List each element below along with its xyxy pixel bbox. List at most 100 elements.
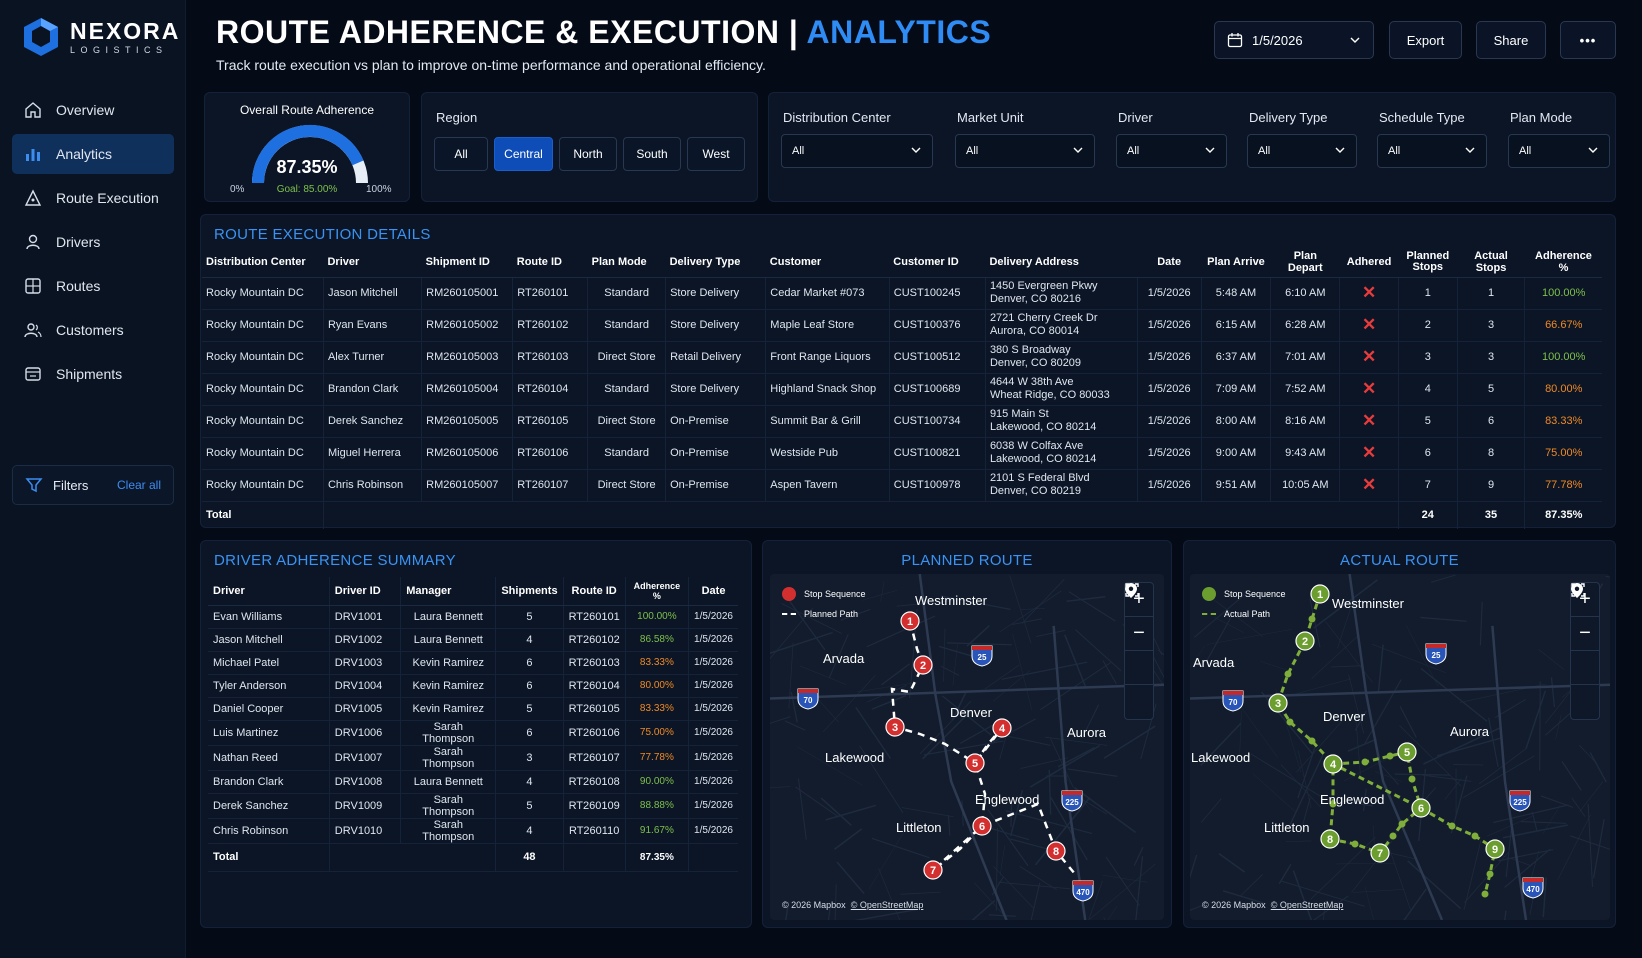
column-header[interactable]: Driver <box>323 247 422 278</box>
column-header[interactable]: Adhered <box>1339 247 1399 278</box>
stop-marker[interactable]: 2 <box>913 655 933 675</box>
filters-panel-toggle[interactable]: Filters Clear all <box>12 465 174 505</box>
column-header[interactable]: Customer <box>765 247 890 278</box>
column-header[interactable]: Date <box>1137 247 1202 278</box>
osm-credit-link[interactable]: © OpenStreetMap <box>851 900 924 910</box>
table-row[interactable]: Rocky Mountain DC Derek Sanchez RM26010500… <box>202 405 1602 438</box>
manager-cell: Sarah Thompson <box>400 745 497 771</box>
table-row[interactable]: Jason Mitchell DRV1002 Laura Bennett 4 RT260… <box>208 628 738 652</box>
stop-marker[interactable]: 5 <box>1397 742 1417 762</box>
table-row[interactable]: Rocky Mountain DC Jason Mitchell RM2601050… <box>202 277 1602 310</box>
table-row[interactable]: Rocky Mountain DC Miguel Herrera RM2601050… <box>202 437 1602 470</box>
plan-mode-select[interactable]: All <box>1508 134 1610 168</box>
table-row[interactable]: Rocky Mountain DC Ryan Evans RM260105002 RT… <box>202 309 1602 342</box>
map-canvas[interactable]: 1 2 3 4 5 6 7 8 25 70 225 470 <box>770 574 1164 920</box>
more-options-button[interactable]: ••• <box>1560 21 1616 59</box>
planned-route-map[interactable]: 1 2 3 4 5 6 7 8 25 70 225 470 Westminster Arvada Denve… <box>770 574 1164 920</box>
stop-marker[interactable]: 1 <box>900 611 920 631</box>
table-row[interactable]: Rocky Mountain DC Brandon Clark RM26010500… <box>202 373 1602 406</box>
route-waypoint <box>1408 775 1416 783</box>
region-all-button[interactable]: All <box>434 137 488 171</box>
zoom-out-button[interactable]: − <box>1571 617 1599 651</box>
column-header[interactable]: Customer ID <box>889 247 986 278</box>
column-header[interactable]: Plan Arrive <box>1201 247 1271 278</box>
nav-item-overview[interactable]: Overview <box>12 90 174 130</box>
column-header[interactable]: Plan Mode <box>587 247 666 278</box>
nav-item-routes[interactable]: Routes <box>12 266 174 306</box>
stop-marker[interactable]: 8 <box>1320 829 1340 849</box>
export-button[interactable]: Export <box>1389 21 1462 59</box>
column-header[interactable]: Planned Stops <box>1398 247 1458 278</box>
region-west-button[interactable]: West <box>687 137 745 171</box>
column-header[interactable]: Delivery Address <box>985 247 1138 278</box>
table-row[interactable]: Daniel Cooper DRV1005 Kevin Ramirez 5 RT2601… <box>208 697 738 721</box>
street-line <box>1550 677 1556 708</box>
stop-marker[interactable]: 5 <box>965 753 985 773</box>
locate-button[interactable] <box>1125 583 1153 719</box>
share-button[interactable]: Share <box>1476 21 1546 59</box>
stop-marker[interactable]: 8 <box>1046 841 1066 861</box>
column-header[interactable]: Driver ID <box>329 577 402 606</box>
osm-credit-link[interactable]: © OpenStreetMap <box>1271 900 1344 910</box>
table-row[interactable]: Evan Williams DRV1001 Laura Bennett 5 RT2601… <box>208 605 738 629</box>
locate-button[interactable] <box>1571 583 1599 719</box>
driver-select[interactable]: All <box>1116 134 1227 168</box>
table-row[interactable]: Nathan Reed DRV1007 Sarah Thompson 3 RT26010… <box>208 745 738 771</box>
region-central-button[interactable]: Central <box>494 137 553 171</box>
table-row[interactable]: Chris Robinson DRV1010 Sarah Thompson 4 RT26… <box>208 818 738 844</box>
stop-marker[interactable]: 2 <box>1295 631 1315 651</box>
region-north-button[interactable]: North <box>559 137 617 171</box>
stop-marker[interactable]: 9 <box>1485 839 1505 859</box>
column-header[interactable]: Plan Depart <box>1270 247 1340 278</box>
actual-route-map[interactable]: 1 2 3 4 5 6 7 8 9 25 70 225 470 Westminster Arvada Denv… <box>1190 574 1610 920</box>
table-row[interactable]: Luis Martinez DRV1006 Sarah Thompson 6 RT260… <box>208 720 738 746</box>
stop-marker[interactable]: 6 <box>1411 798 1431 818</box>
stop-marker[interactable]: 7 <box>1370 843 1390 863</box>
region-south-button[interactable]: South <box>623 137 681 171</box>
column-header[interactable]: Shipment ID <box>421 247 513 278</box>
date-cell: 1/5/2026 <box>688 651 738 675</box>
nav-item-route-execution[interactable]: Route Execution <box>12 178 174 218</box>
fit-bounds-button[interactable] <box>1571 583 1599 685</box>
column-header[interactable]: Route ID <box>563 577 626 606</box>
stop-marker[interactable]: 6 <box>972 816 992 836</box>
table-row[interactable]: Rocky Mountain DC Chris Robinson RM2601050… <box>202 469 1602 502</box>
street-line <box>1021 578 1065 624</box>
stop-marker[interactable]: 3 <box>1268 693 1288 713</box>
map-canvas[interactable]: 1 2 3 4 5 6 7 8 9 25 70 225 470 <box>1190 574 1610 920</box>
column-header[interactable]: Shipments <box>495 577 564 606</box>
clear-all-link[interactable]: Clear all <box>117 478 161 492</box>
column-header[interactable]: Adherence % <box>1524 247 1602 278</box>
table-row[interactable]: Brandon Clark DRV1008 Laura Bennett 4 RT2601… <box>208 770 738 794</box>
stop-marker[interactable]: 4 <box>992 718 1012 738</box>
distribution-center-cell: Rocky Mountain DC <box>202 469 324 502</box>
stop-marker[interactable]: 1 <box>1310 584 1330 604</box>
column-header[interactable]: Date <box>688 577 738 606</box>
date-picker[interactable]: 1/5/2026 <box>1214 21 1374 59</box>
table-row[interactable]: Derek Sanchez DRV1009 Sarah Thompson 5 RT260… <box>208 793 738 819</box>
market-unit-select[interactable]: All <box>955 134 1095 168</box>
column-header[interactable]: Adherence % <box>625 577 690 606</box>
nav-item-customers[interactable]: Customers <box>12 310 174 350</box>
column-header[interactable]: Route ID <box>512 247 588 278</box>
distribution-center-select[interactable]: All <box>781 134 933 168</box>
column-header[interactable]: Manager <box>400 577 497 606</box>
table-row[interactable]: Rocky Mountain DC Alex Turner RM260105003 R… <box>202 341 1602 374</box>
stop-marker[interactable]: 3 <box>885 717 905 737</box>
column-header[interactable]: Driver <box>208 577 330 606</box>
schedule-type-select[interactable]: All <box>1377 134 1487 168</box>
table-row[interactable]: Michael Patel DRV1003 Kevin Ramirez 6 RT2601… <box>208 651 738 675</box>
table-row[interactable]: Tyler Anderson DRV1004 Kevin Ramirez 6 RT260… <box>208 674 738 698</box>
zoom-out-button[interactable]: − <box>1125 617 1153 651</box>
nav-item-drivers[interactable]: Drivers <box>12 222 174 262</box>
filters-label: Filters <box>53 477 89 493</box>
stop-marker[interactable]: 4 <box>1323 754 1343 774</box>
nav-item-shipments[interactable]: Shipments <box>12 354 174 394</box>
fit-bounds-button[interactable] <box>1125 583 1153 685</box>
column-header[interactable]: Distribution Center <box>202 247 324 278</box>
column-header[interactable]: Actual Stops <box>1457 247 1525 278</box>
delivery-type-select[interactable]: All <box>1247 134 1357 168</box>
column-header[interactable]: Delivery Type <box>665 247 766 278</box>
stop-marker[interactable]: 7 <box>923 860 943 880</box>
nav-item-analytics[interactable]: Analytics <box>12 134 174 174</box>
